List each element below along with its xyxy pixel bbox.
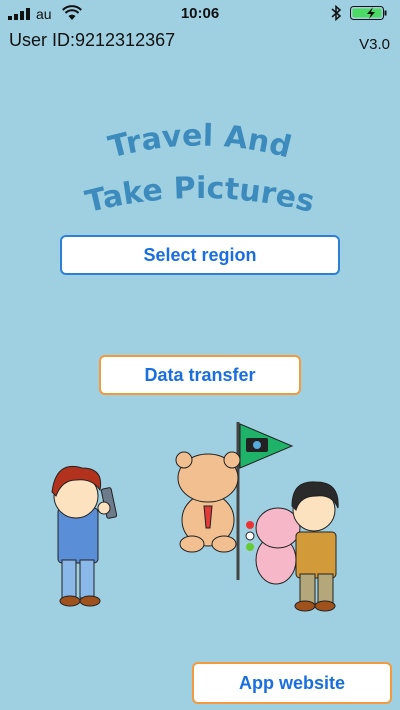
status-bar: au 10:06 (0, 0, 400, 28)
svg-text:Travel And: Travel And (105, 118, 295, 165)
app-title: Travel And Take Pictures (82, 118, 318, 220)
pink-creature-figure (245, 507, 301, 585)
data-transfer-button[interactable]: Data transfer (99, 355, 301, 395)
user-id-label: User ID:9212312367 (9, 30, 176, 50)
svg-text:Take Pictures: Take Pictures (82, 171, 318, 220)
app-title-line2: Take Pictures (82, 171, 318, 220)
curly-haired-boy-figure (291, 481, 339, 612)
select-region-button[interactable]: Select region (60, 235, 340, 275)
app-title-line1: Travel And (105, 118, 295, 165)
characters-illustration (51, 422, 339, 612)
app-website-button[interactable]: App website (192, 662, 392, 704)
boy-with-phone-figure (51, 466, 118, 607)
bear-figure (175, 451, 241, 553)
bluetooth-icon (331, 5, 342, 21)
version-label: V3.0 (359, 36, 390, 53)
battery-icon (350, 6, 387, 20)
